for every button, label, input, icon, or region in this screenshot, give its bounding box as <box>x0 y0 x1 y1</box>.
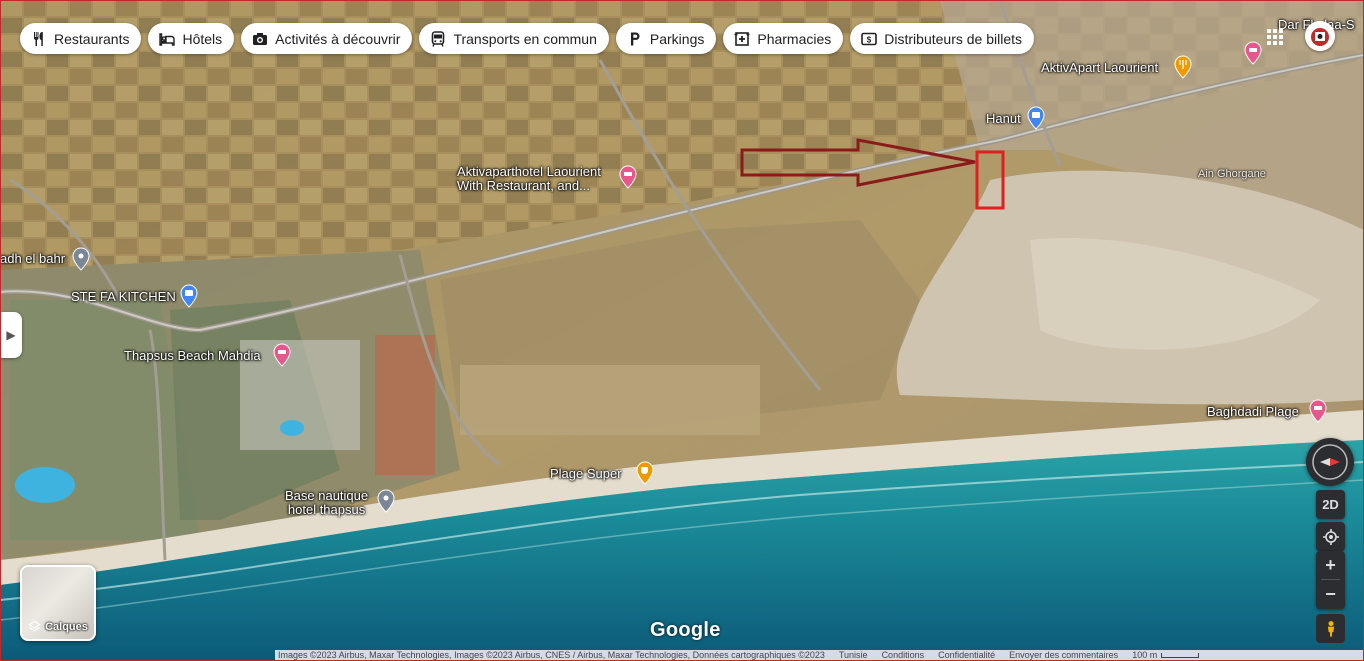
shop-pin-icon[interactable] <box>1027 106 1045 130</box>
satellite-map[interactable]: Restaurants Hôtels Activités à découvrir… <box>0 0 1364 661</box>
place-label-base-nautique[interactable]: Base nautique hotel thapsus <box>285 489 368 517</box>
parking-icon <box>626 30 644 48</box>
place-label-aktivaparthotel[interactable]: Aktivaparthotel Laourient With Restauran… <box>457 165 601 193</box>
layers-icon <box>28 620 41 632</box>
cafe-pin-icon[interactable] <box>636 461 654 485</box>
pharmacy-icon <box>733 30 751 48</box>
place-label-aktivapart[interactable]: AktivApart Laourient <box>1041 61 1158 75</box>
place-label-ste-fa-kitchen[interactable]: STE FA KITCHEN <box>71 290 176 304</box>
base-name-line-2: hotel thapsus <box>287 502 366 517</box>
compass-control[interactable] <box>1306 438 1354 486</box>
apps-grid-icon[interactable] <box>1266 28 1284 46</box>
footer-link-terms[interactable]: Conditions <box>882 650 925 661</box>
svg-text:$: $ <box>867 35 872 44</box>
place-pin-icon[interactable] <box>72 247 90 271</box>
account-avatar[interactable] <box>1305 21 1335 51</box>
chip-parking[interactable]: Parkings <box>615 23 717 54</box>
zoom-out-button[interactable]: − <box>1316 580 1345 608</box>
compass-icon <box>1312 444 1348 480</box>
attribution-text: Images ©2023 Airbus, Maxar Technologies,… <box>278 650 825 660</box>
bed-icon <box>158 30 176 48</box>
chip-label: Pharmacies <box>757 30 832 47</box>
hotel-pin-icon[interactable] <box>273 343 291 367</box>
side-panel-toggle[interactable]: ▶ <box>0 312 22 358</box>
layers-label: Calques <box>45 620 88 633</box>
chip-label: Transports en commun <box>453 30 597 47</box>
chip-label: Distributeurs de billets <box>884 30 1023 47</box>
base-name-line-1: Base nautique <box>285 488 369 503</box>
place-label-adh-el-bahr[interactable]: adh el bahr <box>0 252 65 266</box>
scale-line <box>1161 653 1200 658</box>
category-chips: Restaurants Hôtels Activités à découvrir… <box>20 23 1035 54</box>
hotel-pin-icon[interactable] <box>1309 399 1327 423</box>
footer-link-country[interactable]: Tunisie <box>839 650 868 661</box>
zoom-control: + − <box>1316 551 1345 609</box>
view-mode-toggle[interactable]: 2D <box>1316 490 1345 519</box>
chip-transit[interactable]: Transports en commun <box>419 23 609 54</box>
camera-icon <box>251 30 269 48</box>
chip-label: Restaurants <box>54 30 130 47</box>
pegman-icon <box>1327 620 1334 637</box>
chip-restaurants[interactable]: Restaurants <box>20 23 142 54</box>
chip-hotels[interactable]: Hôtels <box>148 23 235 54</box>
footer-link-feedback[interactable]: Envoyer des commentaires <box>1009 650 1118 661</box>
layers-label-row: Calques <box>22 620 94 633</box>
food-pin-icon[interactable] <box>1174 55 1192 79</box>
place-label-thapsus[interactable]: Thapsus Beach Mahdia <box>124 349 261 363</box>
my-location-button[interactable] <box>1316 522 1345 551</box>
place-pin-icon[interactable] <box>377 489 395 513</box>
street-view-pegman[interactable] <box>1316 614 1345 643</box>
chip-activities[interactable]: Activités à découvrir <box>241 23 413 54</box>
hotel-pin-icon[interactable] <box>1244 41 1262 65</box>
bus-icon <box>429 30 447 48</box>
place-label-faint: Ain Ghorgane <box>1198 168 1266 180</box>
chip-label: Parkings <box>649 30 705 47</box>
place-label-hanut[interactable]: Hanut <box>986 112 1021 126</box>
chip-label: Activités à découvrir <box>275 30 401 47</box>
google-logo: Google <box>650 619 721 641</box>
cash-icon: $ <box>860 30 878 48</box>
hotel-name-line-1: Aktivaparthotel Laourient <box>457 164 601 179</box>
chip-label: Hôtels <box>182 30 223 47</box>
satellite-imagery <box>0 0 1364 661</box>
footer-link-privacy[interactable]: Confidentialité <box>938 650 995 661</box>
crosshair-icon <box>1322 528 1339 545</box>
layers-button[interactable]: Calques <box>20 565 96 641</box>
place-label-plage-super[interactable]: Plage Super <box>550 467 622 481</box>
scale-label: 100 m <box>1132 650 1158 660</box>
map-footer: Images ©2023 Airbus, Maxar Technologies,… <box>275 650 1364 661</box>
chip-atms[interactable]: $ Distributeurs de billets <box>850 23 1035 54</box>
scale-bar[interactable]: 100 m <box>1132 650 1200 661</box>
shop-pin-icon[interactable] <box>180 284 198 308</box>
hotel-name-line-2: With Restaurant, and... <box>457 178 590 193</box>
place-label-baghdadi[interactable]: Baghdadi Plage <box>1207 405 1299 419</box>
hotel-pin-icon[interactable] <box>619 165 637 189</box>
chip-pharmacies[interactable]: Pharmacies <box>723 23 844 54</box>
zoom-in-button[interactable]: + <box>1316 551 1345 579</box>
chevron-right-icon: ▶ <box>6 328 16 342</box>
fork-knife-icon <box>30 30 48 48</box>
